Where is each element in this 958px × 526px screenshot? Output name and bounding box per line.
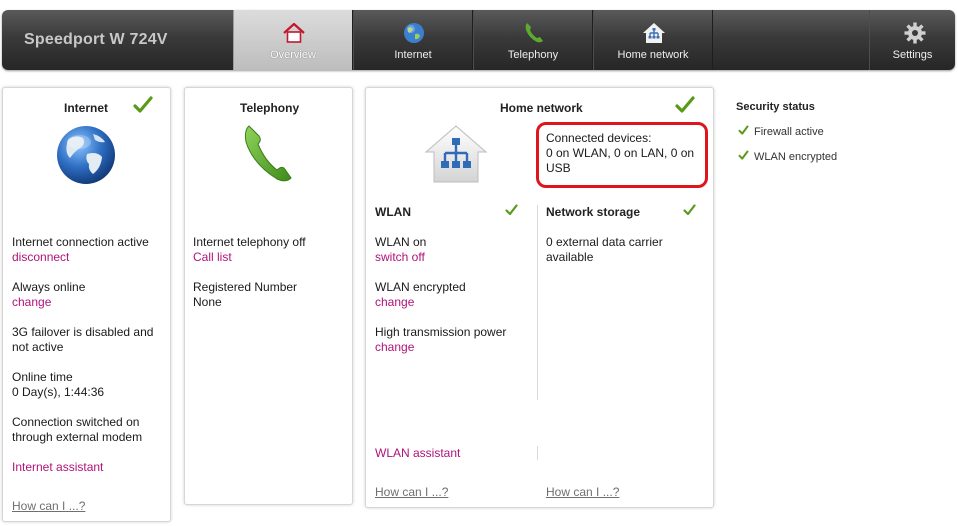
telephony-panel: Telephony Internet telephony off Call li… bbox=[184, 87, 353, 505]
tab-internet[interactable]: Internet bbox=[353, 10, 473, 70]
telephony-status: Internet telephony off bbox=[193, 235, 306, 249]
change-encryption-link[interactable]: change bbox=[375, 295, 414, 310]
help-link[interactable]: How can I ...? bbox=[12, 499, 85, 514]
disconnect-link[interactable]: disconnect bbox=[12, 250, 69, 265]
change-mode-link[interactable]: change bbox=[12, 295, 51, 310]
tab-overview[interactable]: Overview bbox=[233, 10, 353, 70]
home-network-panel-title: Home network bbox=[500, 101, 583, 115]
network-house-icon bbox=[643, 23, 665, 43]
security-item-wlan: WLAN encrypted bbox=[738, 150, 837, 163]
network-house-icon bbox=[424, 125, 488, 183]
help-link[interactable]: How can I ...? bbox=[375, 485, 448, 500]
brand-title: Speedport W 724V bbox=[24, 31, 168, 48]
security-item-label: Firewall active bbox=[754, 126, 824, 138]
wlan-assistant-link[interactable]: WLAN assistant bbox=[375, 446, 460, 461]
change-power-link[interactable]: change bbox=[375, 340, 414, 355]
wlan-encryption: WLAN encrypted bbox=[375, 280, 466, 294]
check-icon bbox=[683, 204, 696, 216]
globe-icon bbox=[404, 23, 424, 43]
phone-icon bbox=[525, 23, 543, 43]
check-icon bbox=[133, 96, 153, 113]
switch-off-link[interactable]: switch off bbox=[375, 250, 425, 265]
tab-settings-label: Settings bbox=[892, 49, 933, 61]
wlan-section-title: WLAN bbox=[375, 205, 411, 219]
internet-mode: Always online bbox=[12, 280, 86, 294]
call-list-link[interactable]: Call list bbox=[193, 250, 232, 265]
check-icon bbox=[505, 204, 518, 216]
wlan-status: WLAN on bbox=[375, 235, 427, 249]
security-item-label: WLAN encrypted bbox=[754, 151, 838, 163]
phone-icon bbox=[244, 125, 292, 182]
check-icon bbox=[738, 125, 749, 135]
column-divider bbox=[537, 446, 538, 460]
registered-number-label: Registered Number bbox=[193, 280, 298, 294]
security-status-title: Security status bbox=[736, 101, 815, 113]
column-divider bbox=[537, 205, 538, 400]
globe-icon bbox=[57, 126, 115, 184]
storage-info-line1: 0 external data carrier bbox=[546, 235, 663, 249]
internet-panel: Internet Internet connection active disc… bbox=[2, 87, 171, 522]
registered-number-value: None bbox=[193, 295, 222, 309]
network-storage-title: Network storage bbox=[546, 205, 641, 219]
top-navigation-bar: Speedport W 724V Overview Internet Telep… bbox=[2, 10, 955, 70]
check-icon bbox=[738, 150, 749, 160]
help-link[interactable]: How can I ...? bbox=[546, 485, 619, 500]
connection-info-line2: through external modem bbox=[12, 430, 143, 444]
internet-assistant-link[interactable]: Internet assistant bbox=[12, 460, 103, 475]
internet-panel-title: Internet bbox=[64, 101, 109, 115]
gear-icon bbox=[904, 22, 926, 44]
tab-telephony[interactable]: Telephony bbox=[473, 10, 593, 70]
tab-home-network-label: Home network bbox=[617, 49, 689, 61]
online-time-label: Online time bbox=[12, 370, 73, 384]
connection-info-line1: Connection switched on bbox=[12, 415, 140, 429]
internet-status: Internet connection active bbox=[12, 235, 149, 249]
storage-info-line2: available bbox=[546, 250, 594, 264]
tab-home-network[interactable]: Home network bbox=[593, 10, 713, 70]
tab-overview-label: Overview bbox=[270, 49, 316, 61]
failover-status-line2: not active bbox=[12, 340, 64, 354]
telephony-panel-title: Telephony bbox=[240, 101, 300, 115]
tab-settings[interactable]: Settings bbox=[869, 10, 955, 70]
connected-devices-highlight bbox=[536, 122, 708, 188]
security-item-firewall: Firewall active bbox=[738, 125, 824, 138]
tab-telephony-label: Telephony bbox=[507, 49, 559, 61]
house-icon bbox=[283, 22, 305, 43]
tab-internet-label: Internet bbox=[394, 49, 432, 61]
failover-status-line1: 3G failover is disabled and bbox=[12, 325, 154, 339]
check-icon bbox=[675, 96, 695, 113]
transmission-power: High transmission power bbox=[375, 325, 507, 339]
online-time-value: 0 Day(s), 1:44:36 bbox=[12, 385, 105, 399]
